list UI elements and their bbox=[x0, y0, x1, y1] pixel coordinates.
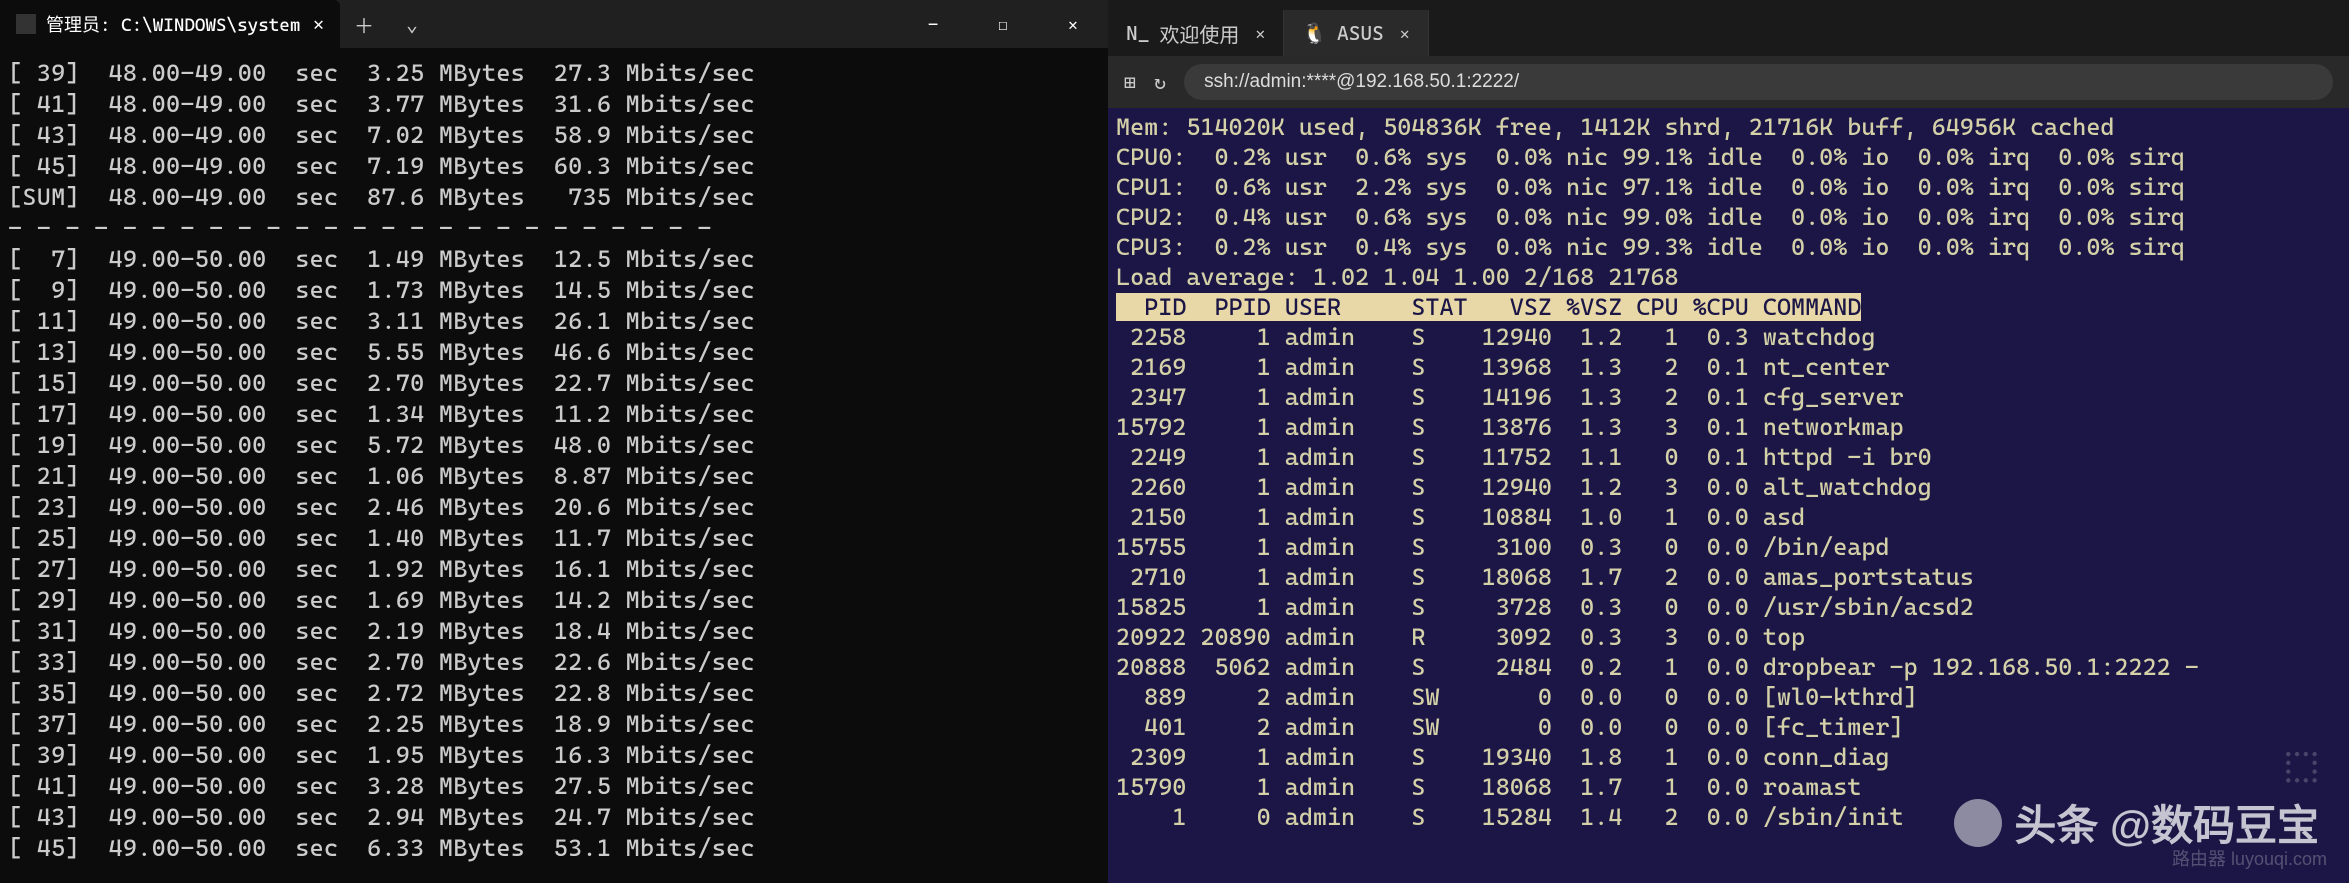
ssh-output[interactable]: Mem: 514020K used, 504836K free, 1412K s… bbox=[1108, 108, 2349, 883]
new-window-icon[interactable]: ⊞ bbox=[1124, 70, 1136, 94]
tab-icon: N_ bbox=[1126, 21, 1149, 45]
tab-title: 管理员: C:\WINDOWS\system bbox=[46, 11, 300, 37]
tab-icon: 🐧 bbox=[1302, 21, 1327, 45]
minimize-button[interactable]: — bbox=[898, 0, 968, 48]
watermark-small: 路由器 luyouqi.com bbox=[2172, 845, 2327, 871]
windows-terminal: 管理员: C:\WINDOWS\system ✕ ＋ ⌄ — ☐ ✕ [ 39]… bbox=[0, 0, 1108, 883]
window-controls: — ☐ ✕ bbox=[898, 0, 1108, 48]
tab-ASUS[interactable]: 🐧 ASUS ✕ bbox=[1284, 10, 1428, 56]
reload-icon[interactable]: ↻ bbox=[1154, 70, 1166, 94]
process-header: PID PPID USER STAT VSZ %VSZ CPU %CPU COM… bbox=[1116, 293, 1861, 321]
tab-欢迎使用[interactable]: N_ 欢迎使用 ✕ bbox=[1108, 10, 1284, 56]
close-icon[interactable]: ✕ bbox=[1255, 24, 1265, 43]
close-icon[interactable]: ✕ bbox=[1400, 24, 1410, 43]
maximize-button[interactable]: ☐ bbox=[968, 0, 1038, 48]
tab-actions: ＋ ⌄ bbox=[340, 0, 436, 48]
titlebar: 管理员: C:\WINDOWS\system ✕ ＋ ⌄ — ☐ ✕ bbox=[0, 0, 1108, 48]
tabs-bar: N_ 欢迎使用 ✕ 🐧 ASUS ✕ bbox=[1108, 0, 2349, 56]
ssh-terminal: N_ 欢迎使用 ✕ 🐧 ASUS ✕ ⊞ ↻ ssh://admin:****@192.1… bbox=[1108, 0, 2349, 883]
url-text: ssh://admin:****@192.168.50.1:2222/ bbox=[1204, 71, 1519, 93]
url-input[interactable]: ssh://admin:****@192.168.50.1:2222/ bbox=[1184, 64, 2333, 100]
address-bar: ⊞ ↻ ssh://admin:****@192.168.50.1:2222/ bbox=[1108, 56, 2349, 108]
watermark: 头条 @数码豆宝 bbox=[1954, 792, 2319, 853]
tab-label: ASUS bbox=[1337, 21, 1384, 45]
close-button[interactable]: ✕ bbox=[1038, 0, 1108, 48]
dropdown-button[interactable]: ⌄ bbox=[388, 0, 436, 48]
new-tab-button[interactable]: ＋ bbox=[340, 0, 388, 48]
terminal-tab[interactable]: 管理员: C:\WINDOWS\system ✕ bbox=[0, 0, 340, 48]
watermark-text: 头条 @数码豆宝 bbox=[2014, 792, 2319, 853]
terminal-output[interactable]: [ 39] 48.00-49.00 sec 3.25 MBytes 27.3 M… bbox=[0, 48, 1108, 883]
close-icon[interactable]: ✕ bbox=[313, 14, 324, 35]
cmd-icon bbox=[16, 14, 36, 34]
watermark-logo-icon bbox=[1954, 799, 2002, 847]
tab-label: 欢迎使用 bbox=[1159, 19, 1239, 48]
